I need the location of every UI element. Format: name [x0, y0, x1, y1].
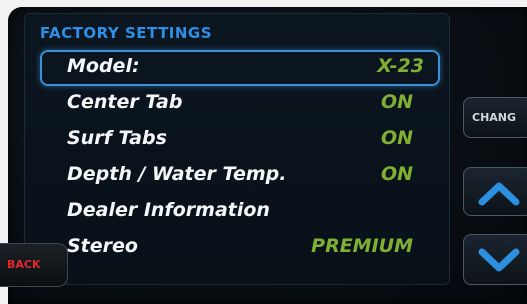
setting-value: ON [380, 127, 413, 149]
setting-label: Model: [67, 55, 140, 77]
setting-label: Surf Tabs [67, 127, 167, 149]
setting-row-dealer-information[interactable]: Dealer Information [40, 194, 440, 230]
setting-row-center-tab[interactable]: Center Tab ON [40, 86, 440, 122]
setting-row-surf-tabs[interactable]: Surf Tabs ON [40, 122, 440, 158]
back-button-label: BACK [7, 258, 41, 271]
chevron-up-icon [478, 182, 520, 206]
setting-value: PREMIUM [311, 235, 413, 257]
chevron-down-icon [478, 248, 520, 272]
setting-value: ON [380, 163, 413, 185]
setting-label: Dealer Information [67, 199, 270, 221]
setting-row-model[interactable]: Model: X-23 [40, 50, 440, 86]
setting-label: Stereo [67, 235, 138, 257]
change-button-label: CHANG [472, 111, 517, 124]
setting-value: X-23 [377, 55, 424, 77]
scroll-down-button[interactable] [463, 234, 527, 285]
back-button[interactable]: BACK [0, 243, 68, 287]
scroll-up-button[interactable] [463, 167, 527, 216]
setting-label: Depth / Water Temp. [67, 163, 287, 185]
setting-row-stereo[interactable]: Stereo PREMIUM [40, 230, 440, 266]
setting-label: Center Tab [67, 91, 183, 113]
page-title: FACTORY SETTINGS [40, 24, 213, 42]
setting-value: ON [380, 91, 413, 113]
setting-row-depth-water-temp[interactable]: Depth / Water Temp. ON [40, 158, 440, 194]
change-button[interactable]: CHANG [463, 97, 527, 138]
